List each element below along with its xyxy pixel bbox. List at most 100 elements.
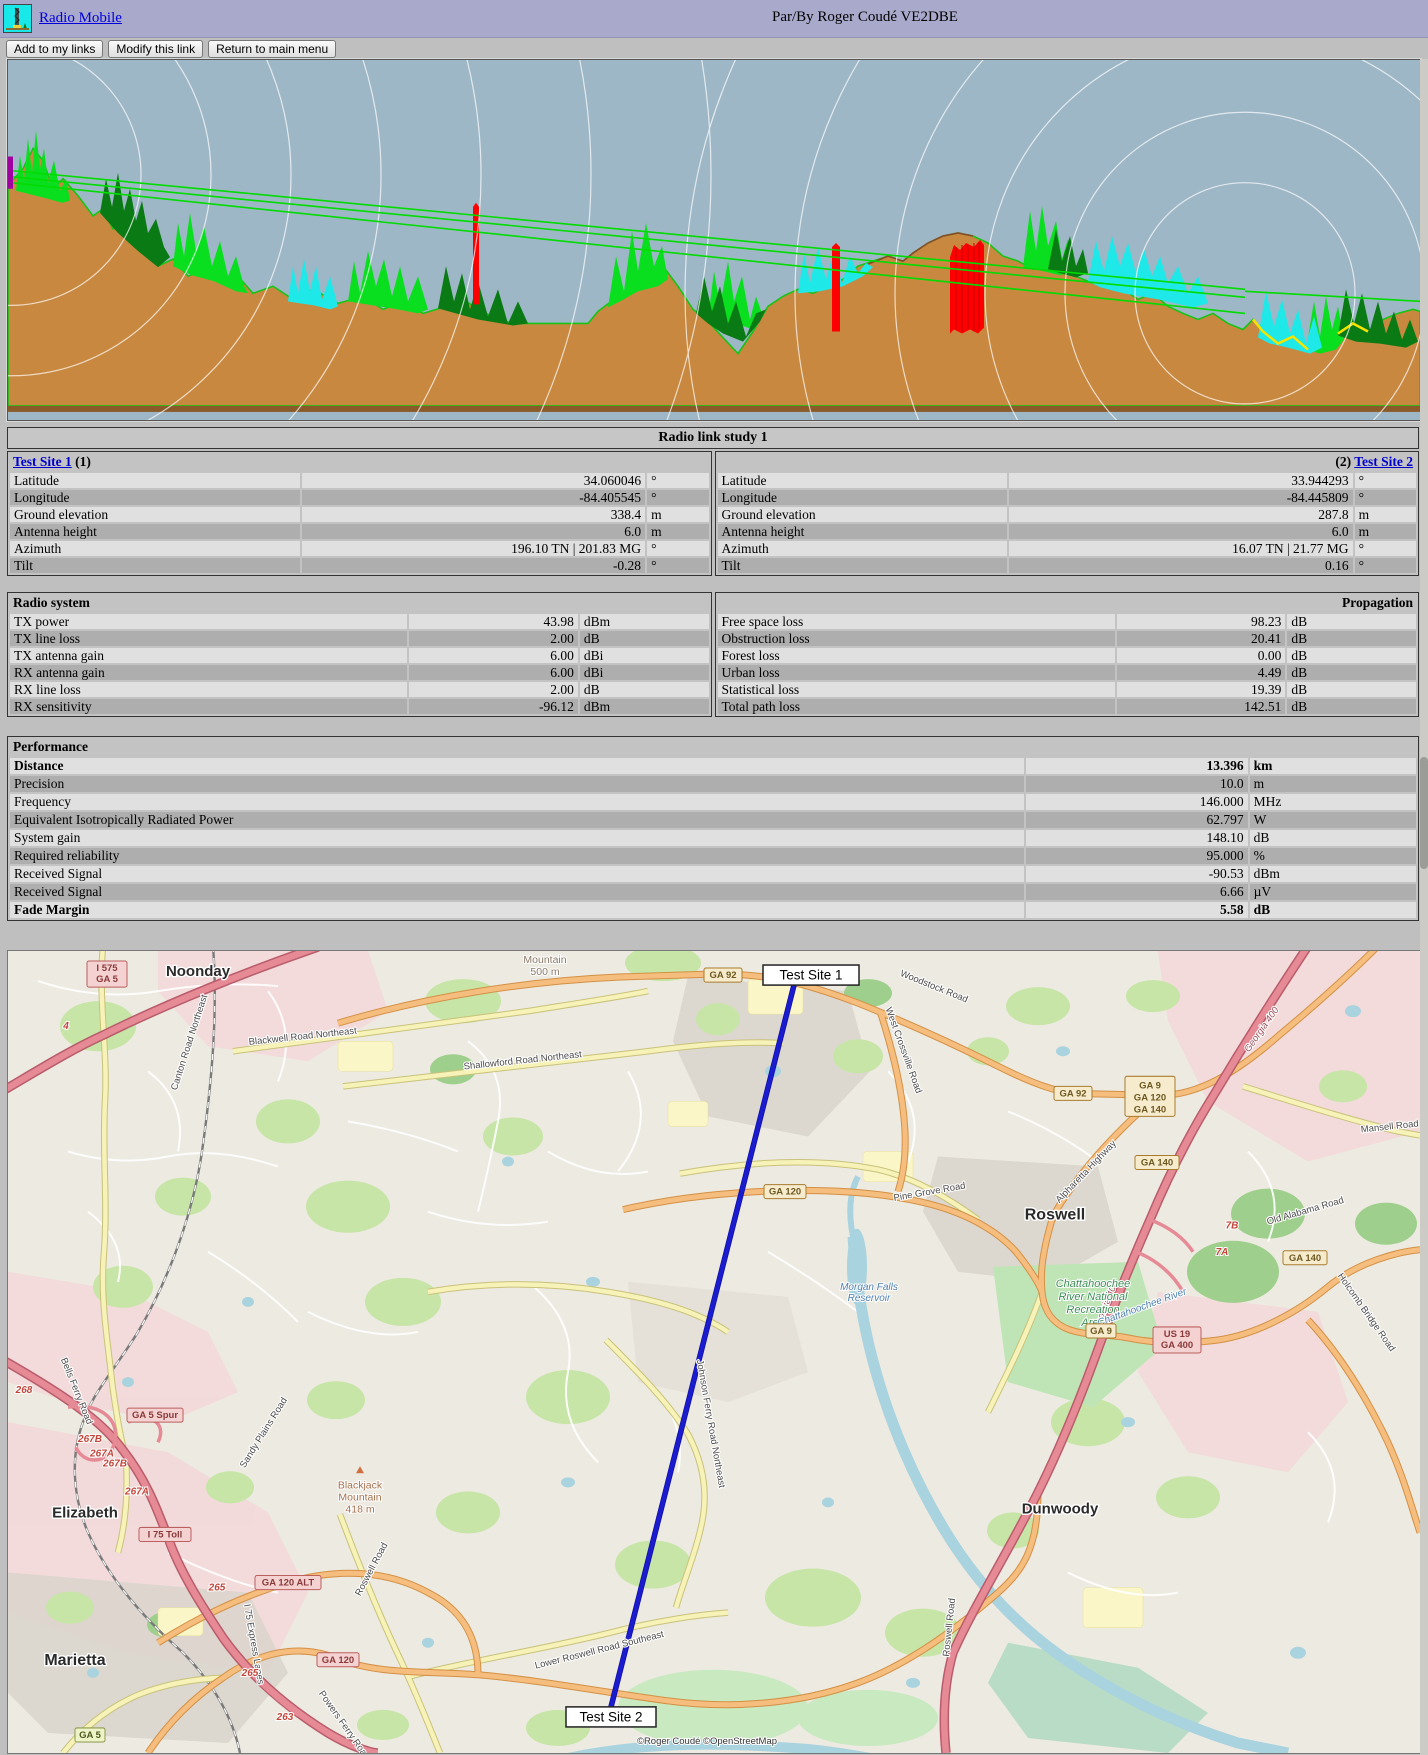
svg-text:263: 263 <box>276 1712 294 1723</box>
shield-ga120-alt: GA 120 ALT <box>254 1575 322 1591</box>
row-unit: ° <box>1354 490 1416 505</box>
row-label: RX sensitivity <box>10 699 408 714</box>
table-row: Longitude -84.445809 ° <box>717 490 1416 505</box>
row-value: 2.00 <box>409 631 578 646</box>
table-row: Ground elevation 338.4 m <box>10 507 709 522</box>
row-value: -0.28 <box>301 558 646 573</box>
row-unit: dB <box>1249 830 1416 846</box>
svg-text:265: 265 <box>241 1668 259 1679</box>
row-value: 20.41 <box>1116 631 1286 646</box>
row-label: RX antenna gain <box>10 665 408 680</box>
row-label: Ground elevation <box>10 507 300 522</box>
svg-text:River National: River National <box>1058 1291 1128 1303</box>
table-row: Antenna height 6.0 m <box>10 524 709 539</box>
svg-text:Blackjack: Blackjack <box>338 1479 383 1491</box>
row-unit: m <box>1354 507 1416 522</box>
shield-ga92-a: GA 92 <box>703 967 743 983</box>
return-main-menu-button[interactable]: Return to main menu <box>208 40 337 58</box>
site1-link[interactable]: Test Site 1 <box>13 454 72 469</box>
scrollbar-thumb[interactable] <box>1420 757 1428 869</box>
row-label: Ground elevation <box>717 507 1008 522</box>
shield-ga92-b: GA 92 <box>1053 1085 1093 1101</box>
row-label: Equivalent Isotropically Radiated Power <box>10 812 1025 828</box>
row-unit: dB <box>1287 614 1416 629</box>
svg-text:GA 5 Spur: GA 5 Spur <box>132 1410 178 1421</box>
shield-ga5: GA 5 <box>74 1727 106 1743</box>
shield-i575-ga5: I 575 GA 5 <box>86 960 128 988</box>
svg-text:GA 5: GA 5 <box>79 1730 102 1741</box>
table-row: Frequency 146.000 MHz <box>10 794 1416 810</box>
row-unit: dB <box>1287 699 1416 714</box>
svg-text:Test Site 2: Test Site 2 <box>580 1709 643 1724</box>
radio-mobile-link[interactable]: Radio Mobile <box>39 10 122 27</box>
row-value: 146.000 <box>1026 794 1248 810</box>
row-label: Frequency <box>10 794 1025 810</box>
town-noonday: Noonday <box>166 963 231 980</box>
row-unit: dB <box>579 682 709 697</box>
row-value: 43.98 <box>409 614 578 629</box>
map-image: Woodstock Road West Crossville Road Blac… <box>8 951 1420 1753</box>
row-unit: % <box>1249 848 1416 864</box>
row-value: 6.0 <box>301 524 646 539</box>
site2-link[interactable]: Test Site 2 <box>1354 454 1413 469</box>
svg-text:GA 92: GA 92 <box>709 970 736 981</box>
row-unit: dB <box>1287 631 1416 646</box>
table-row: Tilt 0.16 ° <box>717 558 1416 573</box>
row-label: Azimuth <box>717 541 1008 556</box>
modify-link-button[interactable]: Modify this link <box>108 40 204 58</box>
row-value: 33.944293 <box>1009 473 1353 488</box>
table-row: TX power 43.98 dBm <box>10 614 709 629</box>
row-unit: W <box>1249 812 1416 828</box>
row-value: 62.797 <box>1026 812 1248 828</box>
row-unit: ° <box>1354 541 1416 556</box>
svg-text:GA 140: GA 140 <box>1134 1104 1166 1115</box>
svg-text:GA 140: GA 140 <box>1141 1158 1173 1169</box>
row-label: Urban loss <box>717 665 1115 680</box>
table-row: Urban loss 4.49 dB <box>717 665 1416 680</box>
row-label: TX line loss <box>10 631 408 646</box>
svg-text:Mountain: Mountain <box>523 954 566 966</box>
table-row: Received Signal 6.66 µV <box>10 884 1416 900</box>
row-label: Received Signal <box>10 866 1025 882</box>
table-row: TX line loss 2.00 dB <box>10 631 709 646</box>
row-unit: MHz <box>1249 794 1416 810</box>
add-to-links-button[interactable]: Add to my links <box>6 40 104 58</box>
svg-text:GA 400: GA 400 <box>1161 1340 1193 1351</box>
radio-system-title: Radio system <box>13 595 90 610</box>
svg-text:7A: 7A <box>1216 1247 1229 1258</box>
svg-text:US 19: US 19 <box>1164 1329 1190 1340</box>
row-label: Tilt <box>10 558 300 573</box>
row-unit: ° <box>647 490 709 505</box>
shield-us19-ga400: US 19 GA 400 <box>1152 1326 1202 1354</box>
row-value: 10.0 <box>1026 776 1248 792</box>
row-unit: ° <box>647 473 709 488</box>
site-tables: Test Site 1 (1) Latitude 34.060046 ° Longi… <box>7 451 1419 576</box>
row-unit: dBm <box>1249 866 1416 882</box>
performance-table: Performance Distance 13.396 km Precision 10… <box>7 736 1419 921</box>
row-value: 2.00 <box>409 682 578 697</box>
row-label: Precision <box>10 776 1025 792</box>
svg-text:I 575: I 575 <box>96 963 118 974</box>
table-row: Obstruction loss 20.41 dB <box>717 631 1416 646</box>
row-value: 338.4 <box>301 507 646 522</box>
svg-text:I 75 Toll: I 75 Toll <box>148 1529 183 1540</box>
row-value: -90.53 <box>1026 866 1248 882</box>
row-value: 6.00 <box>409 648 578 663</box>
left-antenna <box>8 156 13 189</box>
shield-ga5-spur: GA 5 Spur <box>126 1407 184 1423</box>
site1-marker: Test Site 1 <box>762 964 860 986</box>
town-marietta: Marietta <box>44 1651 106 1669</box>
row-value: 34.060046 <box>301 473 646 488</box>
table-row: Tilt -0.28 ° <box>10 558 709 573</box>
table-row: RX sensitivity -96.12 dBm <box>10 699 709 714</box>
row-label: Total path loss <box>717 699 1115 714</box>
table-row: Fade Margin 5.58 dB <box>10 902 1416 918</box>
row-unit: ° <box>647 541 709 556</box>
row-label: Longitude <box>10 490 300 505</box>
row-value: 19.39 <box>1116 682 1286 697</box>
town-dunwoody: Dunwoody <box>1022 1500 1099 1517</box>
town-roswell: Roswell <box>1025 1206 1085 1224</box>
row-label: Antenna height <box>10 524 300 539</box>
scrollbar[interactable] <box>1420 59 1428 1755</box>
site1-table: Test Site 1 (1) Latitude 34.060046 ° Longi… <box>7 451 712 576</box>
